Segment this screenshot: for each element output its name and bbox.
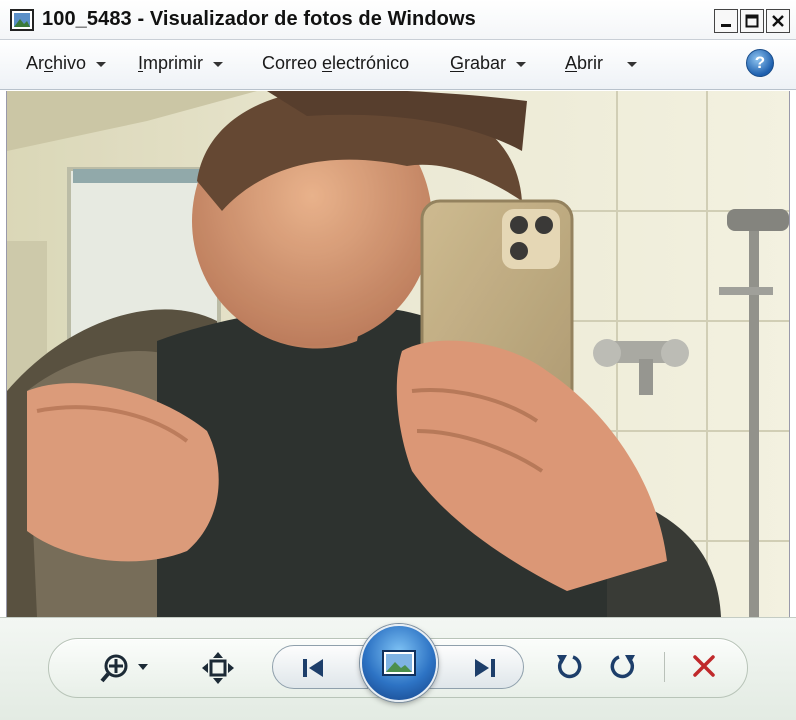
maximize-button[interactable] xyxy=(740,9,764,33)
next-icon xyxy=(475,659,495,677)
close-icon xyxy=(772,15,784,27)
chevron-down-icon xyxy=(516,62,527,67)
minimize-button[interactable] xyxy=(714,9,738,33)
help-button[interactable]: ? xyxy=(746,49,774,77)
toolbar-divider xyxy=(664,652,665,682)
rotate-counterclockwise-icon xyxy=(557,655,582,679)
window-title: 100_5483 - Visualizador de fotos de Wind… xyxy=(42,8,476,30)
next-button[interactable] xyxy=(428,645,524,689)
previous-icon xyxy=(303,659,323,677)
menu-abrir[interactable]: Abrir xyxy=(565,53,638,74)
magnifier-plus-icon xyxy=(100,654,148,683)
zoom-button[interactable] xyxy=(96,648,156,688)
rotate-right-button[interactable] xyxy=(606,648,642,684)
actual-size-icon xyxy=(202,652,234,684)
minimize-icon xyxy=(721,24,731,27)
menu-imprimir[interactable]: Imprimir xyxy=(138,53,224,74)
menu-abrir-label: Abrir xyxy=(565,53,604,73)
menu-correo-label: Correo electrónico xyxy=(262,53,410,73)
menu-archivo-label: Archivo xyxy=(26,53,87,73)
photo-image xyxy=(7,91,789,617)
delete-button[interactable] xyxy=(686,648,722,684)
menu-imprimir-label: Imprimir xyxy=(138,53,204,73)
slideshow-icon xyxy=(382,650,416,676)
menu-grabar[interactable]: Grabar xyxy=(450,53,527,74)
photo-viewer-icon xyxy=(10,9,34,31)
maximize-icon xyxy=(745,14,759,28)
menu-correo-electronico[interactable]: Correo electrónico xyxy=(262,53,409,74)
previous-button[interactable] xyxy=(272,645,368,689)
photo-display xyxy=(6,91,790,617)
chevron-down-icon xyxy=(213,62,224,67)
menu-archivo[interactable]: Archivo xyxy=(26,53,107,74)
slideshow-button[interactable] xyxy=(360,624,438,702)
chevron-down-icon xyxy=(627,62,638,67)
close-button[interactable] xyxy=(766,9,790,33)
actual-size-button[interactable] xyxy=(198,648,238,688)
menu-grabar-label: Grabar xyxy=(450,53,507,73)
rotate-clockwise-icon xyxy=(610,655,635,679)
menu-bar: Archivo Imprimir Correo electrónico Grab… xyxy=(0,40,796,90)
rotate-left-button[interactable] xyxy=(550,648,586,684)
chevron-down-icon xyxy=(96,62,107,67)
delete-icon xyxy=(693,655,715,677)
title-bar: 100_5483 - Visualizador de fotos de Wind… xyxy=(0,0,796,40)
help-icon: ? xyxy=(754,53,766,72)
window-controls xyxy=(714,9,790,33)
